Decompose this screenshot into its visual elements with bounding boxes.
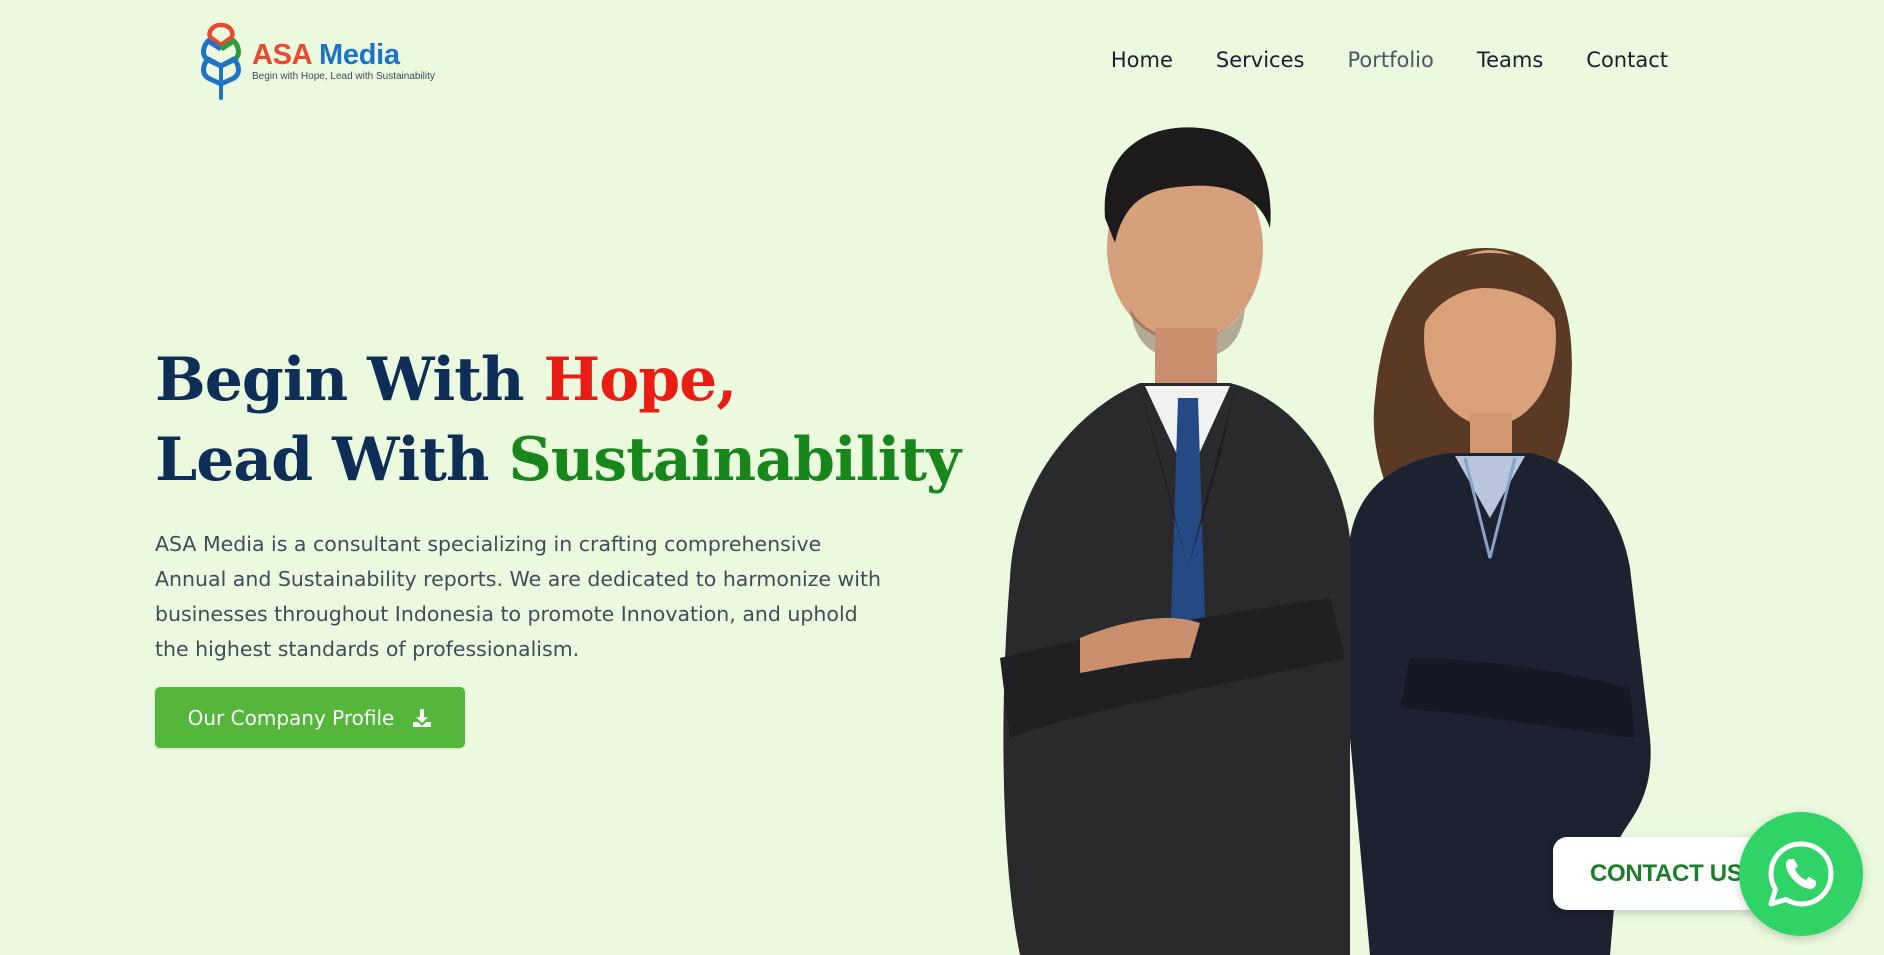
hero-team-photo	[1000, 127, 1651, 955]
company-profile-label: Our Company Profile	[187, 705, 395, 730]
nav-contact[interactable]: Contact	[1586, 48, 1668, 72]
headline-line-1: Begin With Hope,	[155, 340, 960, 420]
headline-line2-text: Lead With	[155, 425, 509, 495]
contact-us-label: CONTACT US	[1590, 859, 1743, 887]
brand-name-part1: ASA	[252, 39, 312, 71]
logo-mark-icon	[201, 22, 241, 100]
nav-teams[interactable]: Teams	[1477, 48, 1543, 72]
hero-description: ASA Media is a consultant specializing i…	[155, 532, 882, 661]
hero-headline: Begin With Hope, Lead With Sustainabilit…	[155, 340, 961, 500]
contact-us-pill[interactable]: CONTACT US	[1553, 837, 1763, 910]
headline-sustainability: Sustainability	[508, 425, 961, 495]
headline-hope: Hope,	[543, 345, 738, 415]
nav-portfolio[interactable]: Portfolio	[1347, 48, 1433, 72]
headline-line1-text: Begin With	[155, 345, 544, 415]
whatsapp-button[interactable]	[1739, 812, 1863, 936]
man-figure	[1000, 127, 1350, 955]
nav-home[interactable]: Home	[1111, 48, 1173, 72]
nav-services[interactable]: Services	[1216, 48, 1305, 72]
download-icon	[412, 708, 432, 728]
main-nav: Home Services Portfolio Teams Contact	[1111, 48, 1668, 72]
brand-tagline: Begin with Hope, Lead with Sustainabilit…	[252, 71, 435, 82]
company-profile-button[interactable]: Our Company Profile	[155, 687, 465, 748]
brand-name: ASA Media	[252, 40, 435, 70]
headline-line-2: Lead With Sustainability	[155, 420, 961, 500]
brand-name-part2: Media	[319, 39, 400, 71]
brand-logo[interactable]: ASA Media Begin with Hope, Lead with Sus…	[196, 22, 435, 100]
whatsapp-icon	[1768, 841, 1834, 907]
